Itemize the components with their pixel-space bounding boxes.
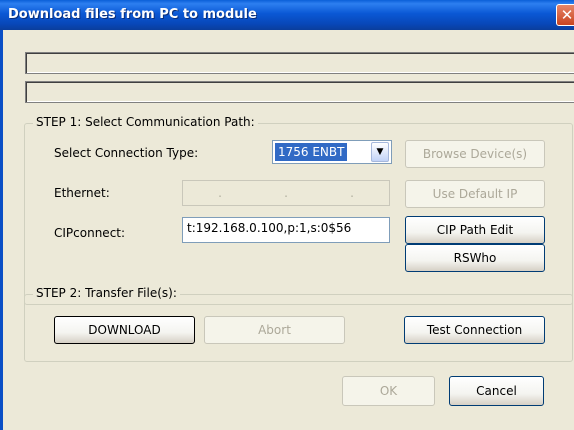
status-line-1: [25, 52, 574, 74]
step1-label: STEP 1: Select Communication Path:: [33, 115, 258, 129]
cancel-button[interactable]: Cancel: [449, 376, 544, 406]
step2-label: STEP 2: Transfer File(s):: [33, 286, 180, 300]
ethernet-label: Ethernet:: [54, 186, 110, 200]
window-title: Download files from PC to module: [8, 7, 257, 22]
cipconnect-label: CIPconnect:: [54, 226, 126, 240]
status-line-2: [25, 81, 574, 103]
ip-separator: .: [218, 186, 222, 200]
title-bar[interactable]: Download files from PC to module: [0, 0, 574, 30]
download-button[interactable]: DOWNLOAD: [54, 316, 195, 344]
connection-type-value: 1756 ENBT: [275, 143, 348, 161]
connection-type-label: Select Connection Type:: [54, 146, 199, 160]
connection-type-select[interactable]: 1756 ENBT ▼: [272, 140, 392, 164]
ip-separator: .: [284, 186, 288, 200]
cipconnect-input[interactable]: t:192.168.0.100,p:1,s:0$56: [182, 217, 390, 243]
ok-button[interactable]: OK: [342, 376, 435, 406]
use-default-ip-button[interactable]: Use Default IP: [405, 180, 545, 208]
close-icon: ✕: [560, 6, 574, 24]
cip-path-edit-button[interactable]: CIP Path Edit: [405, 216, 545, 244]
rswho-button[interactable]: RSWho: [405, 244, 545, 272]
dialog-body: STEP 1: Select Communication Path: Selec…: [0, 30, 574, 430]
ethernet-ip-field[interactable]: . . .: [182, 180, 390, 206]
close-button[interactable]: ✕: [556, 4, 574, 26]
test-connection-button[interactable]: Test Connection: [404, 316, 545, 344]
ip-separator: .: [350, 186, 354, 200]
abort-button[interactable]: Abort: [204, 316, 345, 344]
browse-devices-button[interactable]: Browse Device(s): [405, 140, 545, 168]
chevron-down-icon[interactable]: ▼: [371, 142, 389, 162]
